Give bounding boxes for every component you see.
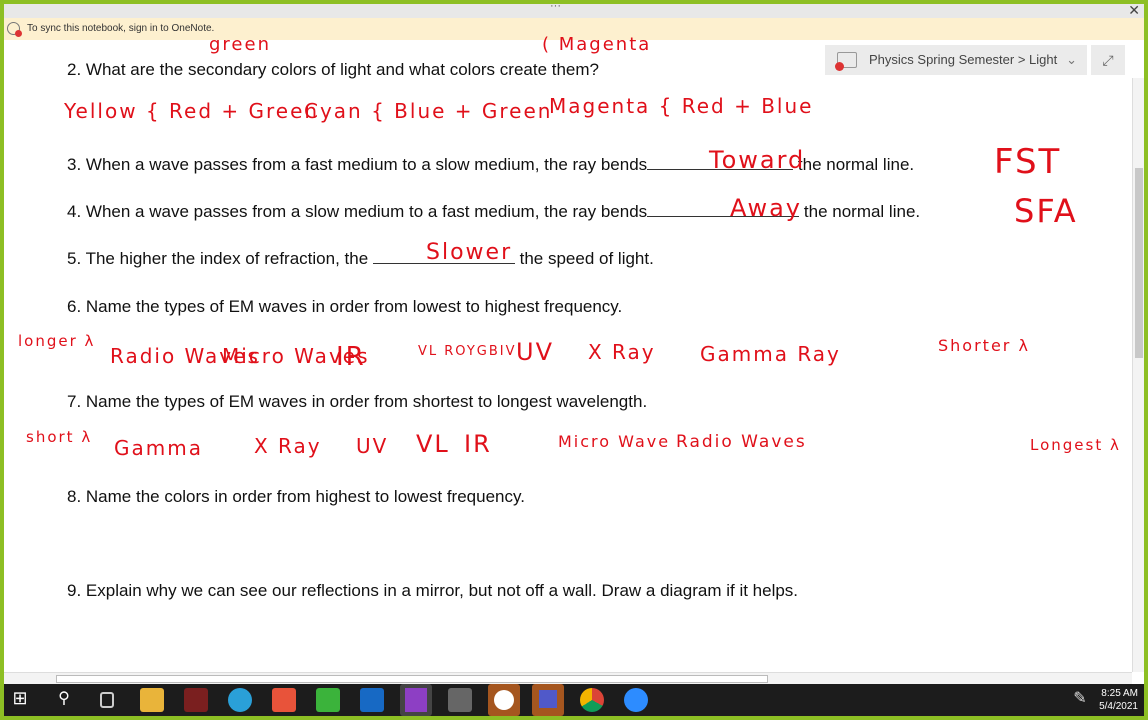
question-text: the speed of light. — [519, 249, 654, 268]
ink: longer λ — [18, 332, 96, 350]
webex-icon[interactable] — [488, 684, 520, 716]
ink: Cyan { Blue + Green — [304, 99, 553, 123]
ink: short λ — [26, 428, 93, 446]
breadcrumb-text: Physics Spring Semester > Light — [869, 52, 1058, 67]
question-text: the normal line. — [803, 202, 921, 221]
ink: X Ray — [254, 434, 322, 458]
ink: green — [209, 34, 271, 55]
app-icon[interactable] — [184, 688, 208, 712]
ink: Longest λ — [1030, 436, 1121, 454]
question-8: 8. Name the colors in order from highest… — [67, 487, 525, 506]
app-icon[interactable] — [228, 688, 252, 712]
teams-icon[interactable] — [532, 684, 564, 716]
question-7: 7. Name the types of EM waves in order f… — [67, 392, 648, 411]
time: 8:25 AM — [1101, 688, 1138, 699]
question-text: 5. The higher the index of refraction, t… — [67, 249, 369, 268]
ink: Yellow { Red + Green — [64, 99, 320, 123]
taskbar: ⊞ ⚲ ✎ 8:25 AM 5/4/2021 — [4, 684, 1144, 716]
ink: ( Magenta — [542, 34, 652, 55]
scroll-thumb[interactable] — [1135, 168, 1143, 358]
title-bar: ··· ✕ — [4, 4, 1144, 18]
file-explorer-icon[interactable] — [140, 688, 164, 712]
ink: Radio Waves — [676, 432, 807, 452]
ink: Slower — [426, 240, 513, 265]
notebook-icon — [835, 52, 857, 71]
ink: SFA — [1014, 192, 1078, 230]
task-view-icon[interactable] — [100, 692, 114, 708]
expand-icon[interactable]: ⤢ — [1091, 45, 1125, 75]
pen-icon[interactable]: ✎ — [1068, 688, 1092, 712]
app-icon[interactable] — [272, 688, 296, 712]
close-icon[interactable]: ✕ — [1128, 4, 1140, 19]
windows-start-icon[interactable]: ⊞ — [8, 688, 32, 712]
ink: Gamma — [114, 436, 203, 460]
ink: Away — [730, 194, 802, 222]
ink: UV — [356, 434, 389, 458]
zoom-icon[interactable] — [624, 688, 648, 712]
ink: Magenta { Red + Blue — [549, 94, 814, 118]
app-icon[interactable] — [316, 688, 340, 712]
search-icon[interactable]: ⚲ — [52, 688, 76, 712]
date: 5/4/2021 — [1099, 701, 1138, 712]
outlook-icon[interactable] — [360, 688, 384, 712]
notebook-breadcrumb[interactable]: Physics Spring Semester > Light ⌄ — [825, 45, 1087, 75]
ink: UV — [516, 338, 554, 366]
clock[interactable]: 8:25 AM 5/4/2021 — [1099, 687, 1138, 713]
ink: VL — [416, 430, 450, 458]
ink: IR — [336, 342, 366, 372]
horizontal-scrollbar[interactable] — [4, 672, 1132, 684]
scroll-thumb[interactable] — [56, 675, 768, 683]
question-9: 9. Explain why we can see our reflection… — [67, 581, 799, 600]
chevron-down-icon[interactable]: ⌄ — [1066, 45, 1077, 75]
app-icon[interactable] — [448, 688, 472, 712]
ink: IR — [464, 430, 492, 458]
ink: Shorter λ — [938, 336, 1030, 355]
question-text: the normal line. — [797, 155, 915, 174]
ink: VL ROYGBIV — [418, 344, 517, 359]
question-5: 5. The higher the index of refraction, t… — [67, 249, 654, 269]
question-6: 6. Name the types of EM waves in order f… — [67, 297, 623, 316]
onenote-window: ··· ✕ To sync this notebook, sign in to … — [4, 4, 1144, 684]
sync-error-icon — [7, 22, 22, 37]
ink: Gamma Ray — [700, 342, 841, 366]
more-icon[interactable]: ··· — [550, 4, 561, 12]
ink: Micro Wave — [558, 432, 671, 451]
ink: X Ray — [588, 340, 656, 364]
question-2: 2. What are the secondary colors of ligh… — [67, 60, 599, 79]
ink: FST — [994, 142, 1062, 182]
question-text: 3. When a wave passes from a fast medium… — [67, 155, 648, 174]
ink: Toward — [709, 146, 806, 174]
chrome-icon[interactable] — [580, 688, 604, 712]
question-text: 4. When a wave passes from a slow medium… — [67, 202, 648, 221]
sync-notice-text: To sync this notebook, sign in to OneNot… — [27, 23, 215, 34]
onenote-taskbar-button[interactable] — [400, 684, 432, 716]
vertical-scrollbar[interactable] — [1132, 78, 1144, 672]
